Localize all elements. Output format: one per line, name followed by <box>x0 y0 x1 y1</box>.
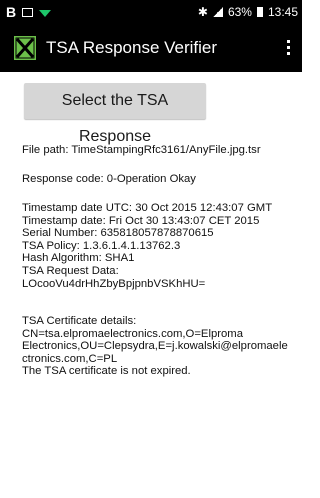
signal-icon <box>212 7 223 17</box>
request-data-label: TSA Request Data: <box>22 265 119 277</box>
battery-percent: 63% <box>227 5 252 19</box>
cert-label: TSA Certificate details: <box>22 315 137 327</box>
status-bar: B ✱ 63% 13:45 <box>0 0 302 24</box>
status-left: B <box>6 4 52 20</box>
action-bar: TSA Response Verifier <box>0 24 302 72</box>
cert-status: The TSA certificate is not expired. <box>22 365 191 378</box>
cert-line-1: CN=tsa.elpromaelectronics.com,O=Elproma <box>22 327 244 340</box>
app-logo-icon <box>14 36 36 60</box>
hash-algorithm: Hash Algorithm: SHA1 <box>22 252 135 265</box>
bluetooth-icon: ✱ <box>197 5 208 19</box>
timestamp-local: Timestamp date: Fri Oct 30 13:43:07 CET … <box>22 214 260 227</box>
clock: 13:45 <box>267 5 298 19</box>
status-right: ✱ 63% 13:45 <box>198 4 298 20</box>
battery-icon <box>256 7 263 17</box>
response-code: Response code: 0-Operation Okay <box>22 173 196 185</box>
b-icon: B <box>6 4 17 20</box>
tsa-policy: TSA Policy: 1.3.6.1.4.1.13762.3 <box>22 239 181 252</box>
select-tsa-response-button[interactable]: Select the TSA Response <box>24 83 206 145</box>
app-title: TSA Response Verifier <box>46 38 218 57</box>
timestamp-utc: Timestamp date UTC: 30 Oct 2015 12:43:07… <box>22 202 273 214</box>
request-data-value: LOcooVu4drHhZbyBpjpnbVSKhHU= <box>22 277 206 290</box>
overflow-menu-icon[interactable] <box>282 38 294 58</box>
cert-line-2: Electronics,OU=Clepsydra,E=j.kowalski@el… <box>22 340 288 353</box>
cert-line-3: ctronics.com,C=PL <box>22 352 118 365</box>
file-path: File path: TimeStampingRfc3161/AnyFile.j… <box>22 144 261 156</box>
wifi-icon <box>39 9 52 17</box>
image-icon <box>22 7 34 17</box>
serial-number: Serial Number: 635818057878870615 <box>22 227 214 240</box>
